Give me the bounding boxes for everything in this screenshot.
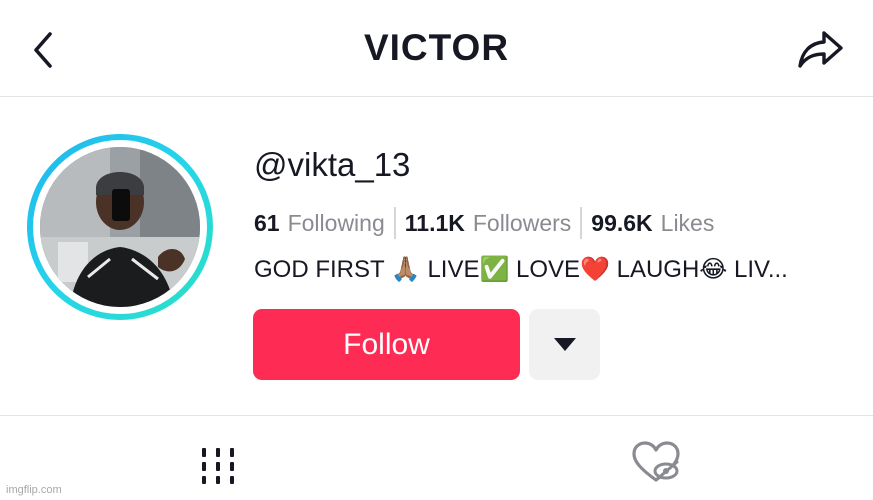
profile-bio: GOD FIRST 🙏🏽 LIVE✅ LOVE❤️ LAUGH😂 LIV...: [254, 256, 788, 283]
avatar[interactable]: [27, 134, 213, 320]
profile-stats: 61 Following 11.1K Followers 99.6K Likes: [254, 205, 714, 241]
section-divider: [0, 415, 873, 416]
follow-button[interactable]: Follow: [253, 309, 520, 380]
watermark: imgflip.com: [6, 484, 62, 496]
following-count: 61: [254, 209, 280, 236]
tab-liked[interactable]: [630, 440, 682, 486]
followers-count: 11.1K: [404, 209, 465, 236]
caret-down-icon: [553, 338, 576, 351]
likes-stat: 99.6K Likes: [591, 210, 714, 237]
grid-bars-icon: [202, 448, 234, 484]
tab-videos[interactable]: [198, 445, 238, 485]
share-arrow-icon: [798, 31, 843, 68]
share-button[interactable]: [796, 28, 846, 72]
following-stat[interactable]: 61 Following: [254, 210, 385, 237]
avatar-photo: [40, 147, 200, 307]
page-title: VICTOR: [363, 27, 510, 68]
suggested-accounts-button[interactable]: [529, 309, 600, 380]
followers-label: Followers: [472, 209, 572, 236]
likes-label: Likes: [660, 209, 715, 236]
heart-hidden-icon: [632, 441, 680, 482]
profile-handle: @vikta_13: [254, 146, 411, 183]
following-label: Following: [287, 209, 385, 236]
header-bar: VICTOR: [0, 0, 873, 97]
likes-count: 99.6K: [591, 209, 653, 236]
followers-stat[interactable]: 11.1K Followers: [405, 210, 572, 237]
stat-divider: [393, 207, 396, 239]
stat-divider: [580, 207, 583, 239]
